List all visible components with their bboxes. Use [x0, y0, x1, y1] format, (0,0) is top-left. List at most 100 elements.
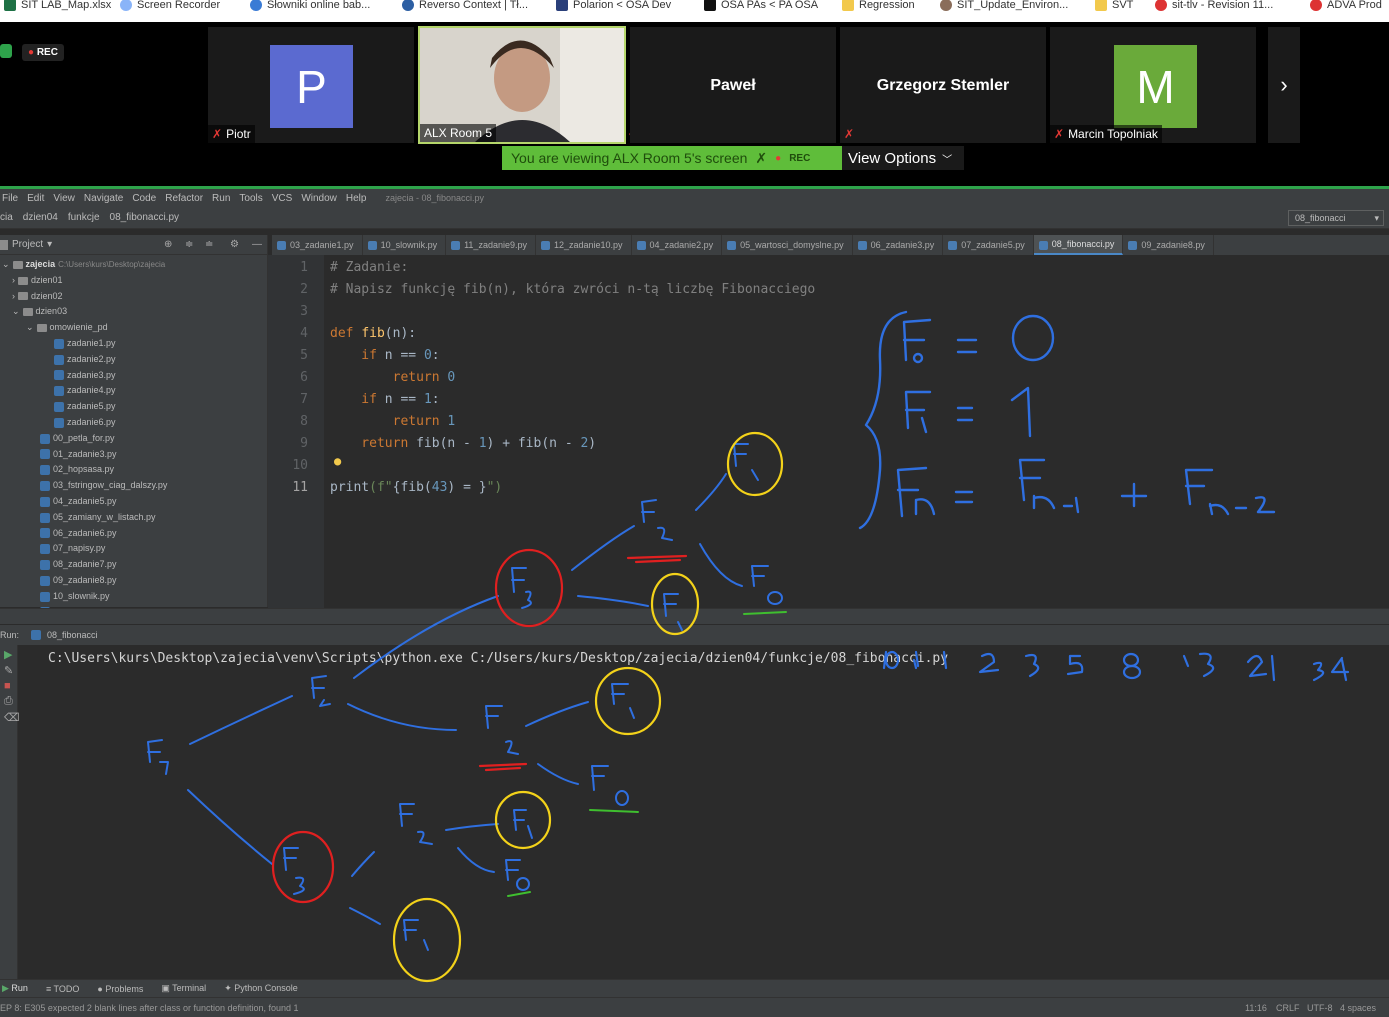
participant-tile[interactable]: Paweł [630, 27, 836, 143]
stop-icon[interactable]: ■ [4, 680, 13, 692]
tab-terminal[interactable]: ▣ Terminal [161, 983, 206, 994]
tree-file[interactable]: 00_petla_for.py [0, 431, 267, 447]
menu-help[interactable]: Help [346, 193, 367, 204]
collapse-icon[interactable]: ≑ [185, 239, 193, 250]
tree-folder[interactable]: ⌄ dzien03 [0, 304, 267, 320]
menu-view[interactable]: View [53, 193, 75, 204]
tree-file[interactable]: zadanie1.py [0, 336, 267, 352]
bookmark[interactable]: Reverso Context | Tł... [402, 0, 528, 11]
tree-folder[interactable]: ⌄ omowienie_pd [0, 320, 267, 336]
menu-refactor[interactable]: Refactor [165, 193, 203, 204]
code-editor[interactable]: # Zadanie: # Napisz funkcję fib(n), któr… [330, 255, 1389, 608]
tree-root[interactable]: ⌄ zajecia C:\Users\kurs\Desktop\zajecia [0, 257, 267, 273]
menu-navigate[interactable]: Navigate [84, 193, 123, 204]
run-panel-header: Run: 08_fibonacci [0, 625, 1389, 645]
line-separator[interactable]: CRLF [1276, 1003, 1300, 1013]
participant-tile[interactable]: Grzegorz Stemler ✗ [840, 27, 1046, 143]
wrench-icon[interactable]: ✎ [4, 664, 13, 677]
pycharm-window: File Edit View Navigate Code Refactor Ru… [0, 186, 1389, 1017]
cursor-position[interactable]: 11:16 [1245, 1003, 1267, 1013]
project-label[interactable]: Project [12, 239, 43, 250]
tree-file[interactable]: 03_fstringow_ciag_dalszy.py [0, 478, 267, 494]
menu-run[interactable]: Run [212, 193, 230, 204]
tree-file[interactable]: zadanie4.py [0, 383, 267, 399]
expand-icon[interactable]: ≐ [205, 239, 213, 250]
bookmark[interactable]: Screen Recorder [120, 0, 220, 11]
bookmark[interactable]: Polarion < OSA Dev [556, 0, 671, 11]
bookmark[interactable]: SVT [1095, 0, 1133, 11]
rerun-icon[interactable]: ▶ [4, 648, 13, 661]
tree-file[interactable]: 10_slownik.py [0, 589, 267, 605]
play-icon: ▶ [2, 983, 12, 993]
indent[interactable]: 4 spaces [1340, 1003, 1376, 1013]
breadcrumb-item[interactable]: cia [0, 212, 13, 223]
tab-problems[interactable]: ● Problems [97, 984, 143, 994]
breadcrumb: cia dzien04 funkcje 08_fibonacci.py 08_f… [0, 207, 1389, 229]
bookmark[interactable]: ADVA Prod [1310, 0, 1382, 11]
next-page-arrow-icon[interactable]: › [1268, 27, 1300, 143]
tree-file[interactable]: 07_napisy.py [0, 541, 267, 557]
editor-tab-active[interactable]: 08_fibonacci.py [1033, 235, 1124, 255]
tree-file[interactable]: zadanie3.py [0, 368, 267, 384]
bookmark[interactable]: Regression [842, 0, 915, 11]
run-config-select[interactable]: 08_fibonacci ▾ [1288, 210, 1384, 226]
tree-file[interactable]: zadanie2.py [0, 352, 267, 368]
tree-file[interactable]: 06_zadanie6.py [0, 526, 267, 542]
menu-tools[interactable]: Tools [239, 193, 262, 204]
target-icon[interactable]: ⊕ [164, 239, 172, 250]
run-tab[interactable]: 08_fibonacci [47, 630, 98, 640]
editor-tab[interactable]: 12_zadanie10.py [536, 235, 632, 255]
view-options-button[interactable]: View Options ﹀ [842, 146, 964, 170]
menu-file[interactable]: File [2, 193, 18, 204]
tree-file[interactable]: zadanie6.py [0, 415, 267, 431]
bookmark[interactable]: SIT LAB_Map.xlsx [4, 0, 111, 11]
tree-file[interactable]: 05_zamiany_w_listach.py [0, 510, 267, 526]
breadcrumb-item[interactable]: 08_fibonacci.py [110, 212, 180, 223]
tree-file[interactable]: 08_zadanie7.py [0, 557, 267, 573]
editor-tab[interactable]: 09_zadanie8.py [1123, 235, 1214, 255]
avatar: P [270, 45, 353, 128]
tab-run[interactable]: ▶ Run [2, 983, 28, 994]
tree-file[interactable]: 02_hopsasa.py [0, 462, 267, 478]
editor-tab[interactable]: 03_zadanie1.py [272, 235, 363, 255]
editor-tab[interactable]: 04_zadanie2.py [632, 235, 723, 255]
print-icon[interactable]: ⎙ [4, 695, 13, 708]
encoding[interactable]: UTF-8 [1307, 1003, 1333, 1013]
editor-tab[interactable]: 10_slownik.py [363, 235, 447, 255]
breadcrumb-item[interactable]: dzien04 [23, 212, 58, 223]
participant-tile-active-speaker[interactable]: ALX Room 5 [418, 26, 626, 144]
minimize-icon[interactable]: — [252, 239, 262, 250]
tree-file[interactable]: zadanie5.py [0, 399, 267, 415]
bookmark[interactable]: SIT_Update_Environ... [940, 0, 1068, 11]
line-number: 4 [300, 326, 308, 341]
line-number: 2 [300, 282, 308, 297]
tree-file[interactable]: 09_zadanie8.py [0, 573, 267, 589]
bookmark[interactable]: OSA PAs < PA OSA [704, 0, 818, 11]
editor-tab[interactable]: 07_zadanie5.py [943, 235, 1034, 255]
menu-code[interactable]: Code [132, 193, 156, 204]
editor-tab[interactable]: 06_zadanie3.py [853, 235, 944, 255]
editor-tab[interactable]: 11_zadanie9.py [446, 235, 536, 255]
tree-file[interactable]: 01_zadanie3.py [0, 447, 267, 463]
tab-todo[interactable]: ≡ TODO [46, 984, 79, 994]
bookmark[interactable]: sit-tlv - Revision 11... [1155, 0, 1273, 11]
lightbulb-icon[interactable]: ● [334, 454, 341, 468]
tree-folder[interactable]: › dzien01 [0, 273, 267, 289]
chevron-down-icon[interactable]: ▾ [47, 239, 52, 250]
menu-vcs[interactable]: VCS [272, 193, 293, 204]
tree-folder[interactable]: › dzien02 [0, 289, 267, 305]
gear-icon[interactable]: ⚙ [230, 239, 239, 250]
tree-file[interactable]: 04_zadanie5.py [0, 494, 267, 510]
console-output[interactable]: C:\Users\kurs\Desktop\zajecia\venv\Scrip… [48, 651, 948, 666]
project-header: Project ▾ ⊕ ≑ ≐ ⚙ — [0, 235, 267, 255]
bookmark[interactable]: Słowniki online bab... [250, 0, 370, 11]
trash-icon[interactable]: ⌫ [4, 711, 20, 724]
tab-python-console[interactable]: ✦ Python Console [224, 983, 298, 994]
editor-tab[interactable]: 05_wartosci_domyslne.py [722, 235, 853, 255]
breadcrumb-item[interactable]: funkcje [68, 212, 100, 223]
participant-tile[interactable]: M ✗ Marcin Topolniak [1050, 27, 1256, 143]
menu-edit[interactable]: Edit [27, 193, 44, 204]
editor-tabs: 03_zadanie1.py 10_slownik.py 11_zadanie9… [272, 235, 1389, 255]
menu-window[interactable]: Window [301, 193, 337, 204]
participant-tile[interactable]: P ✗ Piotr [208, 27, 414, 143]
